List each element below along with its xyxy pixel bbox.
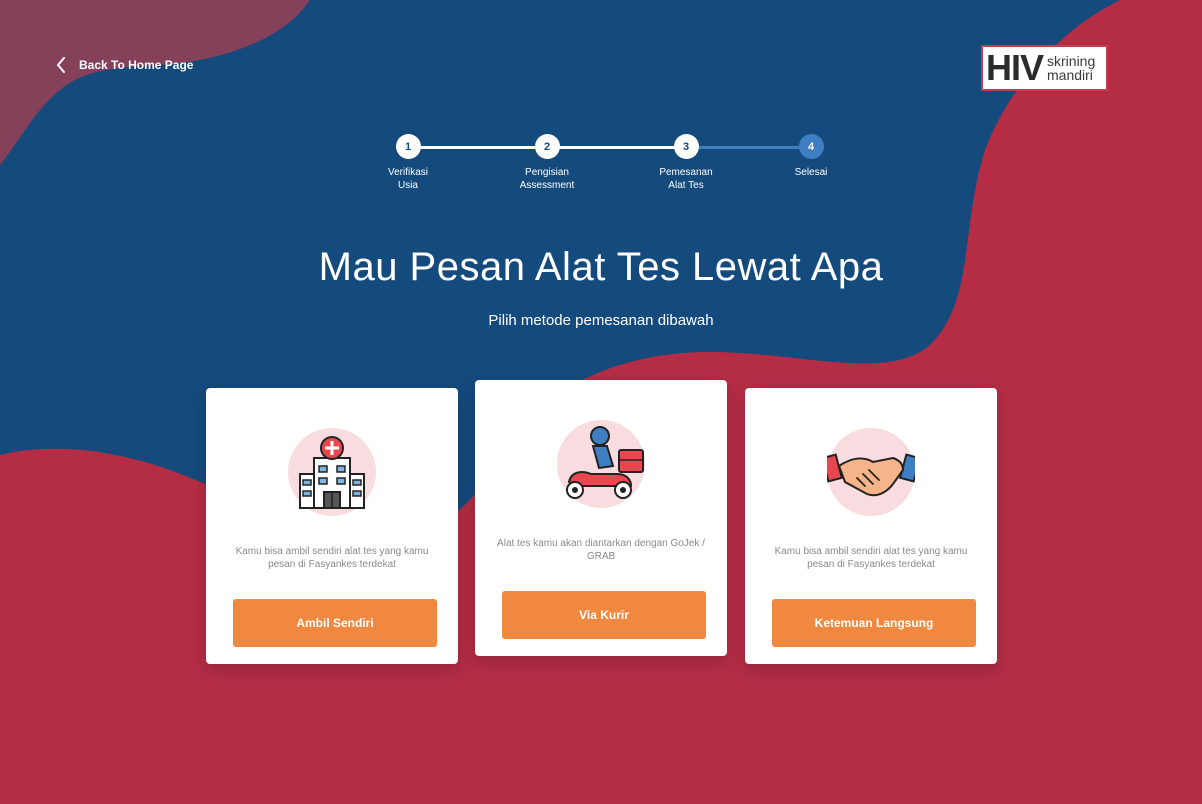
step-4-circle: 4: [798, 134, 824, 159]
option-card-pickup[interactable]: Kamu bisa ambil sendiri alat tes yang ka…: [206, 388, 458, 664]
option-description: Kamu bisa ambil sendiri alat tes yang ka…: [235, 546, 429, 570]
option-description: Alat tes kamu akan diantarkan dengan GoJ…: [497, 538, 705, 562]
step-3: 3 Pemesanan Alat Tes: [646, 134, 726, 192]
handshake-icon: [827, 428, 915, 516]
hiv-skrining-logo: HIV skrining mandiri: [981, 45, 1108, 91]
option-card-courier[interactable]: Alat tes kamu akan diantarkan dengan GoJ…: [475, 380, 727, 656]
step-3-circle: 3: [673, 134, 699, 159]
courier-scooter-icon: [557, 420, 645, 508]
ambil-sendiri-button[interactable]: Ambil Sendiri: [233, 599, 437, 647]
option-description: Kamu bisa ambil sendiri alat tes yang ka…: [774, 546, 968, 570]
step-4-label: Selesai: [794, 167, 828, 178]
step-1-label: Verifikasi Usia: [387, 167, 428, 191]
logo-line2: mandiri: [1047, 67, 1093, 83]
step-2-circle: 2: [534, 134, 560, 159]
step-3-label: Pemesanan Alat Tes: [659, 167, 713, 191]
step-4: 4 Selesai: [771, 134, 851, 179]
step-1: 1 Verifikasi Usia: [368, 134, 448, 192]
page-subtitle: Pilih metode pemesanan dibawah: [488, 312, 714, 329]
ketemuan-langsung-button[interactable]: Ketemuan Langsung: [772, 599, 976, 647]
page-title: Mau Pesan Alat Tes Lewat Apa: [318, 245, 884, 289]
step-1-circle: 1: [395, 134, 421, 159]
option-card-meetup[interactable]: Kamu bisa ambil sendiri alat tes yang ka…: [745, 388, 997, 664]
hospital-icon: [288, 428, 376, 516]
back-label: Back To Home Page: [79, 58, 194, 72]
progress-stepper: 1 Verifikasi Usia 2 Pengisian Assessment…: [380, 134, 840, 204]
via-kurir-button[interactable]: Via Kurir: [502, 591, 706, 639]
logo-main: HIV: [986, 47, 1044, 88]
step-2: 2 Pengisian Assessment: [507, 134, 587, 192]
back-to-home-link[interactable]: Back To Home Page: [55, 57, 193, 73]
chevron-left-icon: [57, 57, 65, 73]
step-2-label: Pengisian Assessment: [519, 167, 575, 191]
logo-line1: skrining: [1047, 53, 1096, 69]
